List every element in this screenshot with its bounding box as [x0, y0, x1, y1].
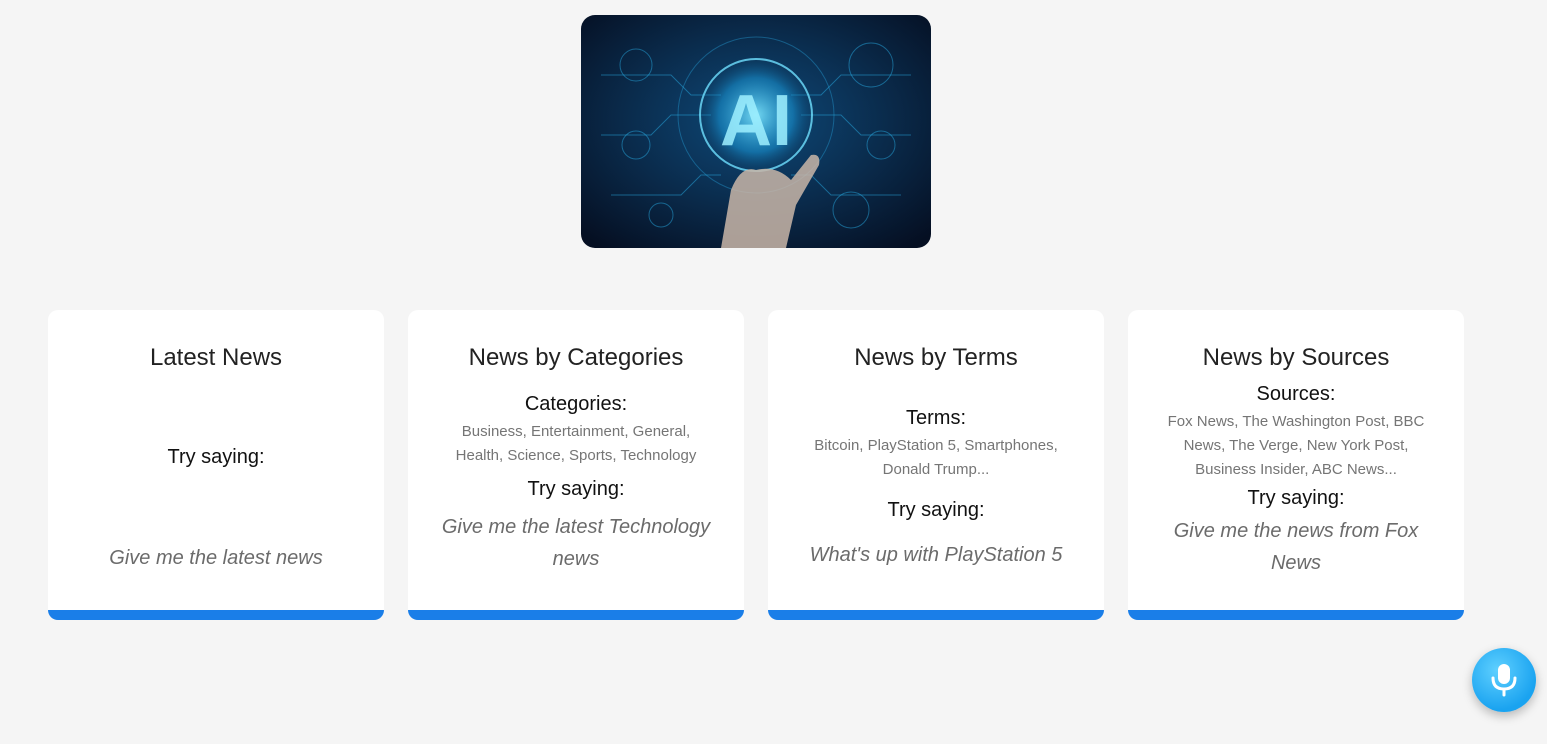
- categories-list: Business, Entertainment, General, Health…: [455, 423, 697, 464]
- card-body: Terms: Bitcoin, PlayStation 5, Smartphon…: [798, 398, 1074, 580]
- card-body: Categories: Business, Entertainment, Gen…: [438, 388, 714, 580]
- sources-list: Fox News, The Washington Post, BBC News,…: [1167, 412, 1425, 478]
- sources-label: Sources:: [1256, 382, 1336, 405]
- try-saying-label: Try saying:: [527, 478, 625, 500]
- card-news-by-categories: News by Categories Categories: Business,…: [408, 310, 744, 620]
- card-title: News by Categories: [468, 344, 684, 371]
- terms-list: Bitcoin, PlayStation 5, Smartphones, Don…: [814, 436, 1058, 478]
- try-saying-label: Try saying:: [1247, 486, 1345, 509]
- example-phrase: Give me the latest Technology news: [441, 516, 711, 570]
- card-latest-news: Latest News Try saying: Give me the late…: [48, 310, 384, 620]
- example-phrase: Give me the latest news: [109, 547, 323, 570]
- terms-label: Terms:: [906, 406, 966, 429]
- hero-image: AI: [581, 15, 931, 248]
- card-list: Latest News Try saying: Give me the late…: [48, 310, 1464, 620]
- card-title: News by Sources: [1202, 344, 1390, 371]
- sources-group: Sources: Fox News, The Washington Post, …: [1158, 383, 1434, 482]
- mic-button[interactable]: [1472, 648, 1536, 712]
- card-news-by-terms: News by Terms Terms: Bitcoin, PlayStatio…: [768, 310, 1104, 620]
- hero-logo-text: AI: [720, 81, 792, 161]
- categories-group: Categories: Business, Entertainment, Gen…: [438, 393, 714, 468]
- try-saying-label: Try saying:: [887, 498, 985, 521]
- card-news-by-sources: News by Sources Sources: Fox News, The W…: [1128, 310, 1464, 620]
- page: AI Latest News Try saying: Give me the l…: [0, 0, 1547, 744]
- card-title: Latest News: [149, 344, 283, 371]
- categories-label: Categories:: [524, 393, 628, 415]
- card-title: News by Terms: [854, 344, 1018, 371]
- try-saying-label: Try saying:: [167, 445, 265, 468]
- example-phrase: Give me the news from Fox News: [1173, 520, 1419, 575]
- card-body: Sources: Fox News, The Washington Post, …: [1158, 380, 1434, 582]
- terms-group: Terms: Bitcoin, PlayStation 5, Smartphon…: [798, 407, 1074, 482]
- microphone-icon: [1491, 664, 1517, 697]
- card-body: Try saying: Give me the latest news: [78, 440, 354, 580]
- example-phrase: What's up with PlayStation 5: [809, 544, 1063, 567]
